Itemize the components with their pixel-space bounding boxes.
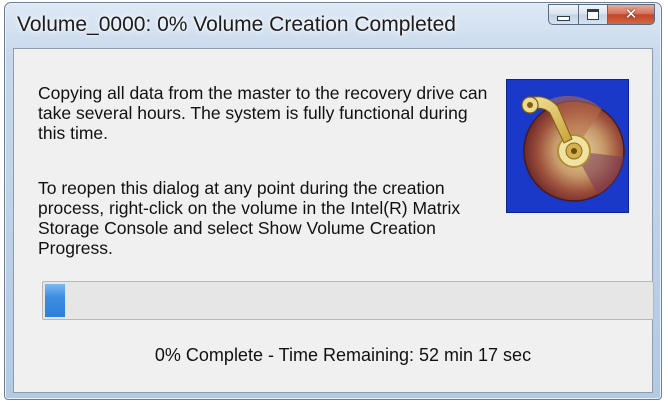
progress-bar <box>42 281 654 320</box>
dialog-body: Copying all data from the master to the … <box>13 48 654 393</box>
close-icon: ✕ <box>624 6 638 23</box>
close-button[interactable]: ✕ <box>607 4 655 25</box>
caption-buttons: ✕ <box>548 4 655 26</box>
progress-status-text: 0% Complete - Time Remaining: 52 min 17 … <box>154 345 532 365</box>
minimize-icon <box>557 15 570 21</box>
title-bar[interactable]: Volume_0000: 0% Volume Creation Complete… <box>5 3 661 43</box>
reopen-instructions: To reopen this dialog at any point durin… <box>38 178 461 258</box>
maximize-icon <box>587 9 599 20</box>
maximize-button[interactable] <box>578 4 607 25</box>
window-title: Volume_0000: 0% Volume Creation Complete… <box>17 13 456 36</box>
progress-fill <box>45 284 65 317</box>
volume-creation-window: Volume_0000: 0% Volume Creation Complete… <box>4 2 662 400</box>
info-message: Copying all data from the master to the … <box>38 83 488 143</box>
minimize-button[interactable] <box>548 4 578 25</box>
hard-drive-icon <box>506 79 629 213</box>
